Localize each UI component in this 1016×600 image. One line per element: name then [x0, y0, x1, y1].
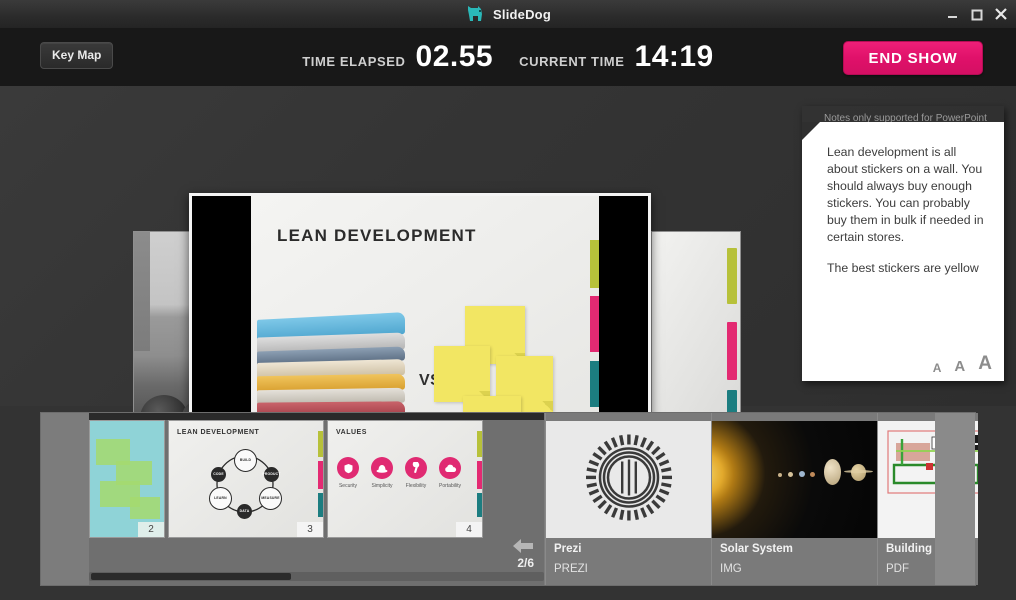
sticky-note-2 — [434, 346, 490, 402]
node-code: CODE — [211, 466, 226, 482]
file-name: Solar System — [720, 543, 793, 555]
notes-card[interactable]: Lean development is all about stickers o… — [802, 122, 1004, 381]
node-measure: MEASURE — [259, 486, 282, 510]
value-simplicity: Simplicity — [371, 457, 393, 489]
filmstrip: 2 LEAN DEVELOPMENT BUILD CODE PRODUCT LE… — [40, 412, 978, 586]
slide-4-title: VALUES — [336, 429, 367, 436]
prezi-thumbnail — [546, 421, 711, 538]
slide-3-color-tabs — [318, 421, 323, 537]
notes-paragraph-1: Lean development is all about stickers o… — [827, 145, 984, 244]
node-learn: LEARN — [209, 486, 232, 510]
notes-body: Lean development is all about stickers o… — [827, 144, 990, 291]
value-flexibility: Flexibility — [405, 457, 427, 489]
slide-thumbnail-4[interactable]: VALUES Security Simplicity Flexibility P… — [327, 420, 483, 538]
next-slide-tab-pink — [727, 322, 737, 380]
solar-system-thumbnail — [712, 421, 877, 538]
build-measure-learn-diagram: BUILD CODE PRODUCT LEARN MEASURE DATA — [207, 448, 285, 519]
slide-2-image — [90, 421, 164, 537]
filmstrip-scrollbar-thumb[interactable] — [91, 573, 291, 580]
node-product: PRODUCT — [262, 466, 280, 482]
notes-fold-corner-icon — [802, 122, 820, 140]
slide-number-badge: 2 — [138, 522, 164, 537]
maximize-icon[interactable] — [969, 7, 984, 22]
filmstrip-right-padding — [935, 413, 975, 585]
slide-number-badge: 3 — [297, 522, 323, 537]
values-icon-row: Security Simplicity Flexibility Portabil… — [337, 457, 461, 489]
font-size-medium-button[interactable]: A — [954, 358, 965, 375]
slide-tab-olive — [590, 240, 599, 288]
slide-4-color-tabs — [477, 421, 482, 537]
filmstrip-scrollbar[interactable] — [89, 572, 544, 581]
slide-tab-teal — [590, 361, 599, 407]
title-group: SlideDog — [465, 5, 551, 23]
prezi-logo-icon — [585, 434, 672, 525]
time-elapsed-label: TIME ELAPSED — [302, 54, 406, 69]
slide-3-title: LEAN DEVELOPMENT — [177, 429, 260, 436]
minimize-icon[interactable] — [945, 7, 960, 22]
file-item-solar-system[interactable]: Solar System IMG — [711, 413, 877, 585]
slide-thumbnail-2[interactable]: 2 — [89, 420, 165, 538]
node-data: DATA — [237, 503, 252, 519]
current-time-label: CURRENT TIME — [519, 54, 625, 69]
slidedog-presenter-window: SlideDog Key Map TIME ELAPSED 02.55 CURR… — [0, 0, 1016, 600]
next-slide-tab-olive — [727, 248, 737, 304]
value-label: Simplicity — [371, 483, 393, 489]
window-controls — [945, 0, 1008, 28]
time-elapsed-block: TIME ELAPSED 02.55 — [302, 42, 493, 72]
file-type: PREZI — [554, 563, 588, 575]
notes-panel: Notes only supported for PowerPoint Lean… — [802, 106, 1004, 381]
playlist-slides-panel: 2 LEAN DEVELOPMENT BUILD CODE PRODUCT LE… — [89, 413, 544, 585]
title-bar: SlideDog — [0, 0, 1016, 29]
slide-number-badge: 4 — [456, 522, 482, 537]
dog-logo-icon — [465, 5, 485, 23]
value-label: Portability — [439, 483, 461, 489]
value-security: Security — [337, 457, 359, 489]
hat-icon — [371, 457, 393, 479]
current-time-value: 14:19 — [634, 40, 714, 73]
value-portability: Portability — [439, 457, 461, 489]
close-icon[interactable] — [993, 7, 1008, 22]
file-type: PDF — [886, 563, 909, 575]
time-elapsed-value: 02.55 — [415, 40, 494, 73]
slide-title: LEAN DEVELOPMENT — [277, 226, 477, 245]
notes-font-size-controls: A A A — [933, 353, 992, 375]
value-label: Security — [338, 483, 358, 489]
wrench-icon — [405, 457, 427, 479]
app-title: SlideDog — [493, 6, 551, 22]
current-time-block: CURRENT TIME 14:19 — [519, 42, 714, 72]
file-name: Prezi — [554, 543, 582, 555]
notes-paragraph-2: The best stickers are yellow — [827, 261, 979, 275]
arrow-left-icon[interactable] — [512, 538, 534, 554]
slide-tab-pink — [590, 296, 599, 352]
node-build: BUILD — [234, 448, 257, 472]
end-show-button[interactable]: END SHOW — [843, 41, 983, 75]
value-label: Flexibility — [405, 483, 427, 489]
shield-icon — [337, 457, 359, 479]
playlist-page-indicator: 2/6 — [517, 556, 534, 570]
file-type: IMG — [720, 563, 742, 575]
playlist-top-bar — [89, 413, 544, 420]
slide-thumbnail-3[interactable]: LEAN DEVELOPMENT BUILD CODE PRODUCT LEAR… — [168, 420, 324, 538]
font-size-large-button[interactable]: A — [978, 353, 992, 375]
font-size-small-button[interactable]: A — [933, 361, 942, 375]
file-item-prezi[interactable]: Prezi PREZI — [545, 413, 711, 585]
cloud-icon — [439, 457, 461, 479]
slide-thumbnails: 2 LEAN DEVELOPMENT BUILD CODE PRODUCT LE… — [89, 420, 544, 538]
